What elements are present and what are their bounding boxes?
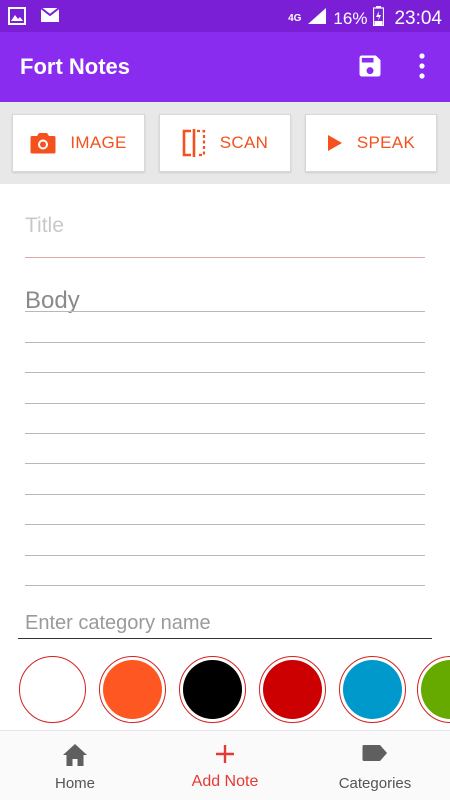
body-rule-line <box>25 463 425 464</box>
scan-button[interactable]: SCAN <box>159 114 291 172</box>
body-rule-line <box>25 555 425 556</box>
category-underline <box>18 638 432 639</box>
body-rule-line <box>25 311 425 312</box>
status-bar: 4G 16% 23:04 <box>0 0 450 32</box>
color-swatch-green[interactable] <box>417 656 450 723</box>
more-options-button[interactable] <box>412 50 432 82</box>
speak-button-label: SPEAK <box>356 133 416 152</box>
body-rule-line <box>25 433 425 434</box>
label-tag-icon <box>300 743 450 763</box>
mail-notification-icon <box>40 7 60 30</box>
battery-percent: 16% <box>333 8 368 28</box>
plus-icon <box>150 743 300 765</box>
nav-home[interactable]: Home <box>0 731 150 800</box>
nav-categories[interactable]: Categories <box>300 731 450 800</box>
color-swatch-black[interactable] <box>179 656 246 723</box>
action-toolbar: IMAGE SCAN SPEAK <box>0 102 450 184</box>
color-swatch-orange[interactable] <box>99 656 166 723</box>
signal-icon <box>307 7 327 30</box>
nav-home-label: Home <box>54 775 95 792</box>
color-swatch-red[interactable] <box>259 656 326 723</box>
nav-categories-label: Categories <box>338 775 412 792</box>
title-input[interactable]: Title <box>25 214 425 238</box>
app-bar: Fort Notes <box>0 32 450 102</box>
body-rule-line <box>25 524 425 525</box>
app-title: Fort Notes <box>20 54 130 79</box>
title-underline <box>25 257 425 258</box>
body-rule-line <box>25 372 425 373</box>
save-icon <box>359 55 381 77</box>
gallery-notification-icon <box>8 7 26 30</box>
save-button[interactable] <box>356 52 384 80</box>
scan-button-label: SCAN <box>219 133 269 152</box>
network-type: 4G <box>288 12 302 24</box>
more-vert-icon <box>419 53 425 79</box>
nav-add-note-label: Add Note <box>191 773 259 790</box>
note-editor <box>0 186 450 732</box>
body-rule-line <box>25 585 425 586</box>
speak-button[interactable]: SPEAK <box>305 114 437 172</box>
camera-icon <box>30 132 56 154</box>
play-icon <box>327 134 343 152</box>
body-rule-line <box>25 494 425 495</box>
home-icon <box>0 743 150 767</box>
bottom-navigation: Home Add Note Categories <box>0 730 450 800</box>
battery-icon <box>373 6 385 31</box>
image-button-label: IMAGE <box>70 133 127 152</box>
image-button[interactable]: IMAGE <box>12 114 145 172</box>
body-rule-line <box>25 342 425 343</box>
color-picker <box>0 656 450 724</box>
nav-add-note[interactable]: Add Note <box>150 731 300 800</box>
scan-icon <box>182 129 206 157</box>
color-swatch-blue[interactable] <box>339 656 406 723</box>
category-name-input[interactable]: Enter category name <box>25 612 425 635</box>
clock: 23:04 <box>394 7 442 29</box>
color-swatch-white[interactable] <box>19 656 86 723</box>
body-rule-line <box>25 403 425 404</box>
